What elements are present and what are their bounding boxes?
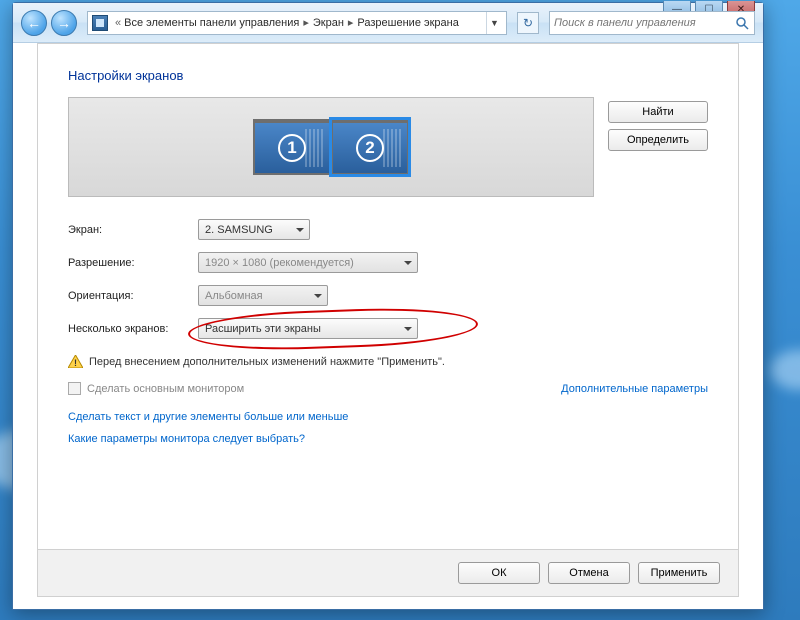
text-size-link[interactable]: Сделать текст и другие элементы больше и… [68, 411, 708, 423]
label-screen: Экран: [68, 224, 198, 236]
checkbox-row: Сделать основным монитором Дополнительны… [68, 382, 708, 395]
search-box[interactable] [549, 11, 755, 35]
monitor-2[interactable]: 2 [331, 119, 409, 175]
breadcrumb-item-resolution[interactable]: Разрешение экрана [357, 17, 458, 29]
breadcrumb-sep-icon: ▸ [348, 16, 354, 29]
preview-side-buttons: Найти Определить [608, 97, 708, 151]
control-panel-icon [92, 15, 108, 31]
page-title: Настройки экранов [68, 68, 708, 83]
select-resolution[interactable]: 1920 × 1080 (рекомендуется) [198, 252, 418, 273]
bottom-button-row: ОК Отмена Применить [38, 549, 738, 596]
search-icon [734, 15, 750, 31]
chevrons-icon: « [115, 17, 121, 29]
row-screen: Экран: 2. SAMSUNG [68, 219, 708, 240]
page: Настройки экранов 1 2 Найти Определить [37, 43, 739, 597]
label-multiple: Несколько экранов: [68, 323, 198, 335]
forward-button[interactable]: → [51, 10, 77, 36]
refresh-button[interactable]: ↻ [517, 12, 539, 34]
refresh-icon: ↻ [523, 16, 533, 30]
ok-button[interactable]: ОК [458, 562, 540, 584]
display-preview[interactable]: 1 2 [68, 97, 594, 197]
select-orientation[interactable]: Альбомная [198, 285, 328, 306]
label-orientation: Ориентация: [68, 290, 198, 302]
nav-buttons: ← → [21, 10, 77, 36]
breadcrumb-sep-icon: ▸ [303, 16, 309, 29]
which-settings-link[interactable]: Какие параметры монитора следует выбрать… [68, 433, 708, 445]
warning-row: ! Перед внесением дополнительных изменен… [68, 355, 708, 368]
window: — ☐ ✕ ← → « Все элементы панели управлен… [12, 2, 764, 610]
apply-button[interactable]: Применить [638, 562, 720, 584]
row-resolution: Разрешение: 1920 × 1080 (рекомендуется) [68, 252, 708, 273]
back-arrow-icon: ← [27, 15, 41, 31]
breadcrumb-item-all[interactable]: Все элементы панели управления [124, 17, 299, 29]
cancel-button[interactable]: Отмена [548, 562, 630, 584]
breadcrumb-item-display[interactable]: Экран [313, 17, 344, 29]
warning-icon: ! [68, 355, 83, 368]
row-multiple-displays: Несколько экранов: Расширить эти экраны [68, 318, 708, 339]
navigation-bar: ← → « Все элементы панели управления ▸ Э… [13, 3, 763, 43]
select-screen[interactable]: 2. SAMSUNG [198, 219, 310, 240]
display-preview-row: 1 2 Найти Определить [68, 97, 708, 197]
primary-monitor-checkbox [68, 382, 81, 395]
svg-text:!: ! [74, 358, 77, 368]
monitor-number: 2 [356, 134, 384, 162]
breadcrumb[interactable]: « Все элементы панели управления ▸ Экран… [87, 11, 507, 35]
breadcrumb-dropdown[interactable]: ▼ [486, 12, 502, 34]
primary-monitor-label: Сделать основным монитором [87, 383, 244, 395]
select-multiple-displays[interactable]: Расширить эти экраны [198, 318, 418, 339]
monitor-number: 1 [278, 134, 306, 162]
search-input[interactable] [554, 17, 750, 29]
help-links: Сделать текст и другие элементы больше и… [68, 411, 708, 445]
warning-text: Перед внесением дополнительных изменений… [89, 356, 445, 368]
form: Экран: 2. SAMSUNG Разрешение: 1920 × 108… [68, 219, 708, 351]
primary-monitor-checkbox-group: Сделать основным монитором [68, 382, 244, 395]
label-resolution: Разрешение: [68, 257, 198, 269]
find-button[interactable]: Найти [608, 101, 708, 123]
advanced-settings-link[interactable]: Дополнительные параметры [561, 383, 708, 395]
content-area: Настройки экранов 1 2 Найти Определить [13, 43, 763, 609]
detect-button[interactable]: Определить [608, 129, 708, 151]
monitor-1[interactable]: 1 [253, 119, 331, 175]
forward-arrow-icon: → [57, 15, 71, 31]
back-button[interactable]: ← [21, 10, 47, 36]
row-orientation: Ориентация: Альбомная [68, 285, 708, 306]
